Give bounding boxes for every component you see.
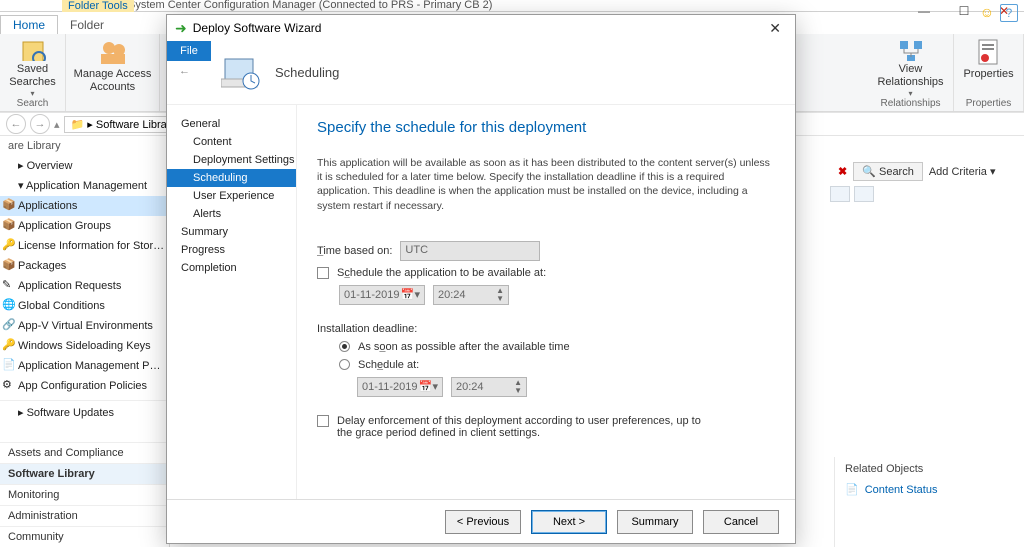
tab-home[interactable]: Home: [0, 15, 58, 34]
app-titlebar: System Center Configuration Manager (Con…: [0, 0, 1024, 12]
time-based-select: UTC: [400, 241, 540, 261]
search-bar: ✖ 🔍 Search Add Criteria ▾: [838, 156, 1024, 186]
manage-access-button[interactable]: Manage Access Accounts: [74, 68, 152, 94]
tab-folder[interactable]: Folder: [58, 16, 116, 34]
tree-applications[interactable]: 📦Applications: [0, 196, 169, 216]
deadline-label: Installation deadline:: [317, 323, 775, 335]
nav-tree: are Library ▸ Overview ▾ Application Man…: [0, 136, 170, 547]
relationships-icon: [897, 38, 925, 61]
deadline-time-field: 20:24▲▼: [451, 377, 527, 397]
related-title: Related Objects: [845, 463, 1014, 475]
wizard-titlebar: ➜ Deploy Software Wizard ✕: [167, 15, 795, 41]
maximize-button[interactable]: ☐: [944, 0, 984, 22]
view-switcher[interactable]: [830, 186, 874, 202]
step-progress[interactable]: Progress: [167, 241, 296, 259]
properties-icon: [975, 38, 1003, 66]
step-general[interactable]: General: [167, 115, 296, 133]
ws-monitoring[interactable]: Monitoring: [0, 484, 169, 505]
delay-enforcement-checkbox[interactable]: [317, 415, 329, 427]
forward-button[interactable]: →: [30, 114, 50, 134]
ws-software[interactable]: Software Library: [0, 463, 169, 484]
tree-app-config[interactable]: ⚙App Configuration Policies: [0, 376, 169, 396]
delay-enforcement-label: Delay enforcement of this deployment acc…: [337, 415, 717, 439]
schedule-available-label: Schedule the application to be available…: [337, 267, 546, 279]
available-date-field: 01-11-2019📅▾: [339, 285, 425, 305]
ws-admin[interactable]: Administration: [0, 505, 169, 526]
content-status-link[interactable]: 📄 Content Status: [845, 483, 1014, 496]
tree-app-groups[interactable]: 📦Application Groups: [0, 216, 169, 236]
tree-packages[interactable]: 📦Packages: [0, 256, 169, 276]
wizard-back-icon[interactable]: ←: [179, 65, 190, 77]
deploy-software-wizard: ➜ Deploy Software Wizard ✕ File ← Schedu…: [166, 14, 796, 544]
step-user-experience[interactable]: User Experience: [167, 187, 296, 205]
tree-app-requests[interactable]: ✎Application Requests: [0, 276, 169, 296]
step-deploy-settings[interactable]: Deployment Settings: [167, 151, 296, 169]
computer-icon: [221, 53, 261, 93]
step-completion[interactable]: Completion: [167, 259, 296, 277]
wizard-icon: ➜: [175, 20, 187, 37]
schedule-available-checkbox[interactable]: [317, 267, 329, 279]
minimize-button[interactable]: —: [904, 0, 944, 22]
asap-radio[interactable]: [339, 341, 350, 352]
related-objects-panel: Related Objects 📄 Content Status: [834, 457, 1024, 547]
wizard-steps: General Content Deployment Settings Sche…: [167, 105, 297, 499]
add-criteria-button[interactable]: Add Criteria ▾: [929, 165, 996, 178]
saved-searches-icon: [19, 38, 47, 61]
properties-button[interactable]: Properties: [963, 68, 1013, 81]
manage-access-icon: [99, 38, 127, 66]
schedule-at-radio[interactable]: [339, 359, 350, 370]
previous-button[interactable]: < Previous: [445, 510, 521, 534]
saved-searches-button[interactable]: Saved Searches: [9, 63, 55, 89]
next-button[interactable]: Next >: [531, 510, 607, 534]
wizard-content: Specify the schedule for this deployment…: [297, 105, 795, 499]
folder-tools-tab[interactable]: Folder Tools: [62, 0, 134, 12]
wizard-header: Scheduling: [167, 41, 795, 105]
wizard-close-button[interactable]: ✕: [763, 20, 787, 37]
page-description: This application will be available as so…: [317, 156, 775, 213]
clear-search-icon[interactable]: ✖: [838, 165, 847, 178]
tree-sw-updates[interactable]: ▸ Software Updates: [0, 400, 169, 423]
ribbon-group-properties: Properties: [966, 98, 1012, 109]
tree-app-mgmt[interactable]: ▾ Application Management: [0, 176, 169, 196]
back-button[interactable]: ←: [6, 114, 26, 134]
up-icon[interactable]: ▴: [54, 118, 60, 131]
page-title: Specify the schedule for this deployment: [317, 119, 775, 136]
tree-license-info[interactable]: 🔑License Information for Store Apps: [0, 236, 169, 256]
ws-assets[interactable]: Assets and Compliance: [0, 442, 169, 463]
schedule-at-label: Schedule at:: [358, 359, 419, 371]
tree-sideload[interactable]: 🔑Windows Sideloading Keys: [0, 336, 169, 356]
step-alerts[interactable]: Alerts: [167, 205, 296, 223]
step-content[interactable]: Content: [167, 133, 296, 151]
summary-button[interactable]: Summary: [617, 510, 693, 534]
step-summary[interactable]: Summary: [167, 223, 296, 241]
tree-header: are Library: [0, 136, 169, 156]
cancel-button[interactable]: Cancel: [703, 510, 779, 534]
tree-global-cond[interactable]: 🌐Global Conditions: [0, 296, 169, 316]
available-time-field: 20:24▲▼: [433, 285, 509, 305]
tree-appv[interactable]: 🔗App-V Virtual Environments: [0, 316, 169, 336]
search-button[interactable]: 🔍 Search: [853, 162, 923, 181]
tree-overview[interactable]: ▸ Overview: [0, 156, 169, 176]
view-relationships-button[interactable]: View Relationships: [877, 63, 943, 89]
tree-mgmt-policies[interactable]: 📄Application Management Policies: [0, 356, 169, 376]
wizard-page-header: Scheduling: [275, 65, 339, 80]
ribbon-group-search: Search: [17, 98, 49, 109]
deadline-date-field: 01-11-2019📅▾: [357, 377, 443, 397]
file-menu[interactable]: File: [167, 41, 211, 61]
wizard-title: Deploy Software Wizard: [193, 21, 322, 35]
feedback-icon[interactable]: ☺: [980, 4, 994, 20]
help-icon[interactable]: ?: [1000, 4, 1018, 22]
wizard-footer: < Previous Next > Summary Cancel: [167, 499, 795, 543]
asap-label: As soon as possible after the available …: [358, 341, 570, 353]
ws-community[interactable]: Community: [0, 526, 169, 547]
time-based-label: Time based on:: [317, 245, 392, 257]
step-scheduling[interactable]: Scheduling: [167, 169, 296, 187]
ribbon-group-relationships: Relationships: [880, 98, 940, 109]
